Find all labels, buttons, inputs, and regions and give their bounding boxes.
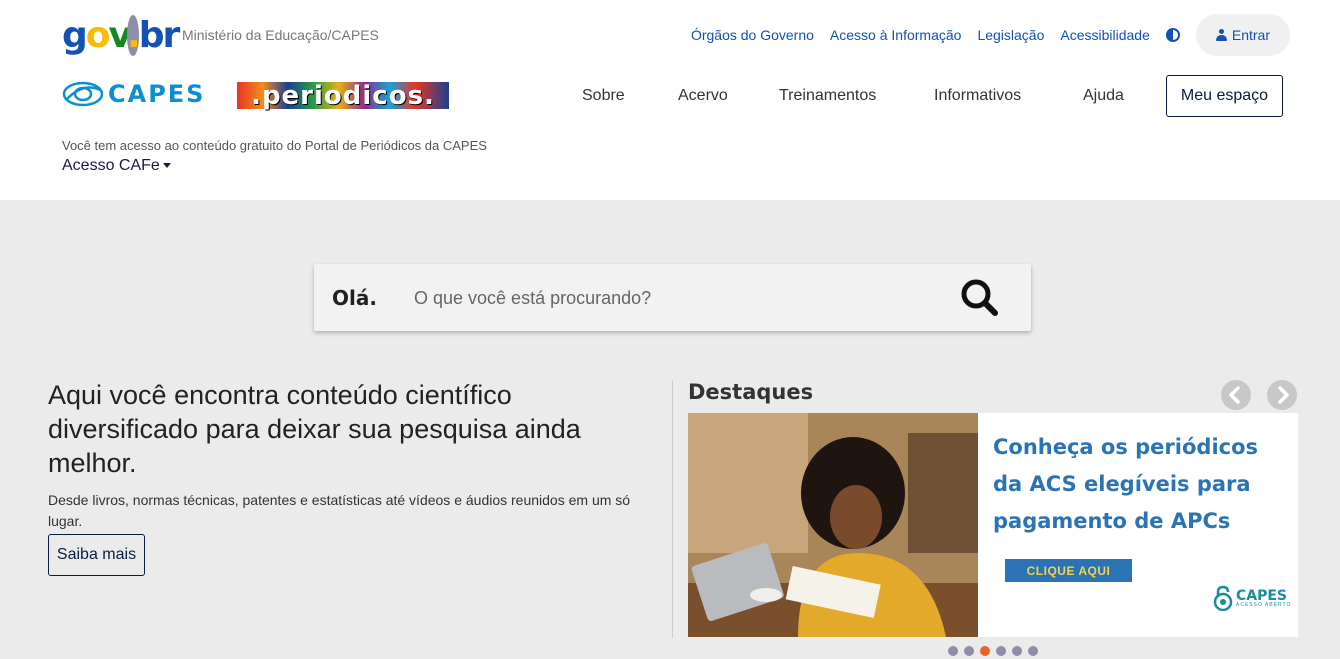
carousel-dot[interactable] bbox=[996, 646, 1006, 656]
search-input[interactable] bbox=[414, 278, 934, 318]
govbr-logo[interactable]: gov.br bbox=[62, 14, 181, 58]
highlight-slide[interactable]: Conheça os periódicos da ACS elegíveis p… bbox=[688, 413, 1298, 637]
logo-letter: . bbox=[127, 15, 141, 56]
top-links: Órgãos do Governo Acesso à Informação Le… bbox=[691, 14, 1290, 56]
oa-logo-text: CAPES ACESSO ABERTO bbox=[1236, 589, 1291, 608]
open-lock-icon bbox=[1213, 585, 1233, 611]
site-header: gov.br Ministério da Educação/CAPES Órgã… bbox=[0, 0, 1340, 200]
column-divider bbox=[672, 380, 673, 638]
search-icon bbox=[961, 279, 998, 316]
search-greeting: Olá. bbox=[332, 286, 377, 310]
intro-description: Desde livros, normas técnicas, patentes … bbox=[48, 492, 631, 529]
ministry-label: Ministério da Educação/CAPES bbox=[182, 27, 379, 43]
oa-logo-capes: CAPES bbox=[1236, 587, 1288, 604]
carousel-dot[interactable] bbox=[980, 646, 990, 656]
caret-down-icon bbox=[162, 163, 171, 169]
saiba-mais-button[interactable]: Saiba mais bbox=[48, 534, 145, 576]
logo-letter: v bbox=[108, 15, 129, 56]
nav-item-ajuda[interactable]: Ajuda bbox=[1083, 87, 1124, 105]
carousel-prev-button[interactable] bbox=[1221, 380, 1251, 410]
cafe-dropdown[interactable]: Acesso CAFe bbox=[62, 157, 171, 175]
capes-logo[interactable]: CAPES bbox=[62, 80, 205, 108]
logo-letter: o bbox=[85, 15, 111, 56]
chevron-right-icon bbox=[1278, 386, 1289, 404]
carousel-dot[interactable] bbox=[964, 646, 974, 656]
login-button[interactable]: Entrar bbox=[1195, 14, 1290, 56]
search-button[interactable] bbox=[958, 278, 1002, 318]
woman-reading-illustration bbox=[688, 413, 978, 637]
nav-item-acervo[interactable]: Acervo bbox=[678, 87, 728, 105]
slide-title: Conheça os periódicos da ACS elegíveis p… bbox=[993, 435, 1259, 533]
meu-espaco-button[interactable]: Meu espaço bbox=[1166, 75, 1283, 117]
logo-letter: br bbox=[138, 15, 181, 56]
nav-item-sobre[interactable]: Sobre bbox=[582, 87, 625, 105]
capes-open-access-logo: CAPES ACESSO ABERTO bbox=[1212, 585, 1291, 611]
capes-eye-icon bbox=[62, 81, 104, 107]
login-label: Entrar bbox=[1231, 27, 1270, 43]
carousel-dot[interactable] bbox=[948, 646, 958, 656]
highlights-title: Destaques bbox=[688, 380, 814, 404]
user-icon bbox=[1215, 29, 1227, 41]
link-acesso-informacao[interactable]: Acesso à Informação bbox=[830, 27, 962, 43]
logo-letter: g bbox=[62, 15, 88, 56]
access-note: Você tem acesso ao conteúdo gratuito do … bbox=[62, 138, 487, 153]
clique-aqui-button[interactable]: CLIQUE AQUI bbox=[1005, 559, 1132, 582]
intro-headline: Aqui você encontra conteúdo científico d… bbox=[48, 380, 581, 478]
contrast-icon[interactable] bbox=[1165, 28, 1180, 42]
cafe-label: Acesso CAFe bbox=[62, 157, 160, 174]
nav-item-informativos[interactable]: Informativos bbox=[934, 87, 1021, 105]
chevron-left-icon bbox=[1229, 386, 1240, 404]
link-legislacao[interactable]: Legislação bbox=[977, 27, 1044, 43]
periodicos-logo[interactable]: .periodicos. bbox=[237, 81, 449, 111]
slide-photo bbox=[688, 413, 978, 637]
link-acessibilidade[interactable]: Acessibilidade bbox=[1060, 27, 1150, 43]
carousel-indicators bbox=[948, 646, 1038, 656]
carousel-dot[interactable] bbox=[1012, 646, 1022, 656]
carousel-dot[interactable] bbox=[1028, 646, 1038, 656]
hero-section: Olá. Aqui você encontra conteúdo científ… bbox=[0, 200, 1340, 659]
intro-block: Aqui você encontra conteúdo científico d… bbox=[48, 378, 658, 576]
capes-logo-text: CAPES bbox=[108, 80, 206, 108]
oa-logo-sub: ACESSO ABERTO bbox=[1236, 601, 1292, 608]
nav-item-treinamentos[interactable]: Treinamentos bbox=[779, 87, 876, 105]
link-orgaos-governo[interactable]: Órgãos do Governo bbox=[691, 27, 814, 43]
carousel-next-button[interactable] bbox=[1267, 380, 1297, 410]
search-box: Olá. bbox=[314, 264, 1031, 331]
